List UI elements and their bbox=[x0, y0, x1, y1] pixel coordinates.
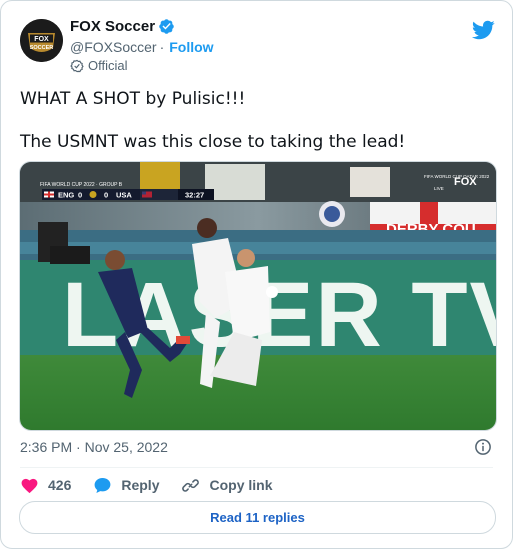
separator-dot: · bbox=[159, 39, 165, 55]
tweet-date: Nov 25, 2022 bbox=[84, 439, 168, 455]
like-count: 426 bbox=[48, 477, 72, 493]
svg-text:FOX: FOX bbox=[454, 176, 477, 188]
svg-text:32:27: 32:27 bbox=[185, 191, 204, 200]
affiliation-label: Official bbox=[88, 58, 128, 73]
reply-label: Reply bbox=[121, 477, 160, 493]
fox-soccer-logo: FOX SOCCER bbox=[20, 19, 63, 62]
handle-row: @FOXSoccer · Follow bbox=[70, 39, 214, 55]
follow-button[interactable]: Follow bbox=[169, 39, 213, 55]
like-button[interactable]: 426 bbox=[20, 476, 71, 495]
tweet-timestamp[interactable]: 2:36 PM · Nov 25, 2022 bbox=[20, 439, 168, 455]
tweet-video[interactable]: DERBY COU LASER TV. bbox=[19, 161, 497, 431]
tweet-line: WHAT A SHOT by Pulisic!!! bbox=[20, 89, 246, 109]
svg-text:FIFA WORLD CUP 2022 · GROUP B: FIFA WORLD CUP 2022 · GROUP B bbox=[40, 182, 123, 188]
timestamp-separator: · bbox=[76, 439, 81, 455]
avatar[interactable]: FOX SOCCER bbox=[20, 19, 63, 62]
svg-text:LIVE: LIVE bbox=[434, 186, 444, 191]
video-frame: DERBY COU LASER TV. bbox=[20, 162, 496, 430]
info-icon[interactable] bbox=[474, 438, 492, 456]
tweet-card: FOX SOCCER FOX Soccer @FOXSoccer · Follo… bbox=[0, 0, 513, 549]
svg-text:USA: USA bbox=[116, 191, 132, 200]
svg-text:0: 0 bbox=[78, 191, 82, 200]
tweet-text: WHAT A SHOT by Pulisic!!! The USMNT was … bbox=[20, 88, 490, 153]
svg-text:0: 0 bbox=[104, 191, 108, 200]
link-icon bbox=[182, 478, 200, 492]
official-badge-icon bbox=[70, 59, 84, 72]
display-name[interactable]: FOX Soccer bbox=[70, 18, 155, 35]
copy-link-label: Copy link bbox=[209, 477, 273, 493]
svg-text:ENG: ENG bbox=[58, 191, 74, 200]
tweet-time: 2:36 PM bbox=[20, 439, 73, 455]
tweet-line: The USMNT was this close to taking the l… bbox=[20, 132, 406, 152]
divider bbox=[20, 467, 493, 468]
verified-badge-icon bbox=[159, 19, 174, 34]
copy-link-button[interactable]: Copy link bbox=[181, 476, 273, 495]
heart-icon bbox=[21, 478, 38, 493]
svg-text:FOX: FOX bbox=[34, 36, 49, 43]
author-handle[interactable]: @FOXSoccer bbox=[70, 39, 157, 55]
author-name-row: FOX Soccer bbox=[70, 18, 175, 35]
action-bar: 426 Reply Copy link bbox=[20, 475, 295, 495]
reply-bubble-icon bbox=[94, 477, 111, 493]
official-label-row: Official bbox=[70, 58, 128, 73]
twitter-bird-icon[interactable] bbox=[471, 18, 495, 42]
read-replies-button[interactable]: Read 11 replies bbox=[19, 501, 496, 534]
svg-text:SOCCER: SOCCER bbox=[30, 45, 54, 51]
reply-button[interactable]: Reply bbox=[93, 476, 159, 495]
